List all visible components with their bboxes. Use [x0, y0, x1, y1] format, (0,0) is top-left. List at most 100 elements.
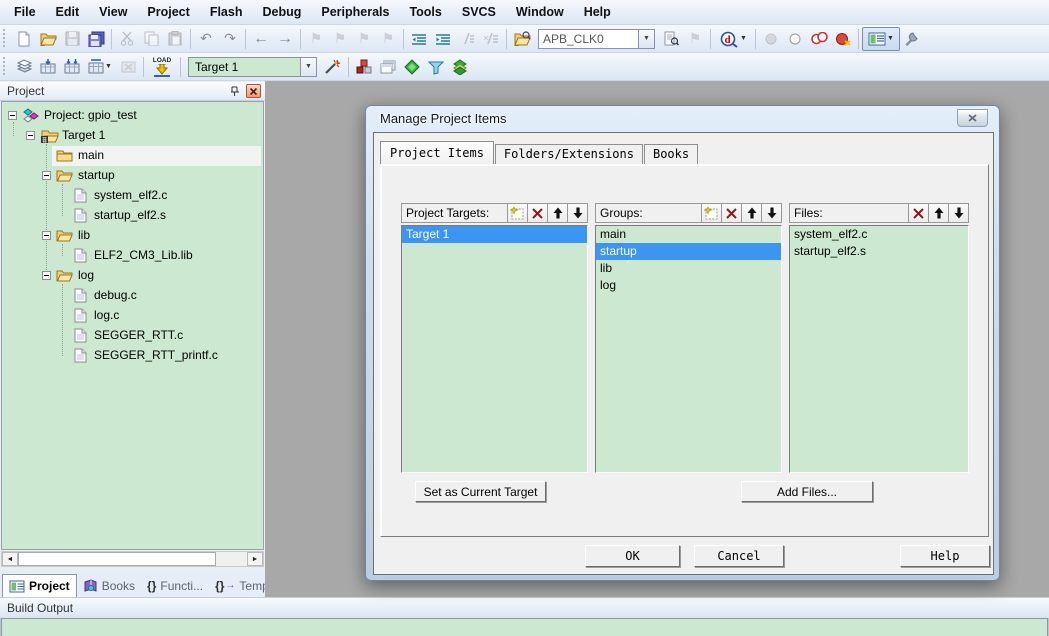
navigate-back-button[interactable]: ←	[249, 27, 273, 51]
tree-row-project-root[interactable]: Project: gpio_test	[2, 106, 263, 126]
move-group-down-button[interactable]	[761, 204, 781, 222]
delete-group-button[interactable]	[721, 204, 741, 222]
next-bookmark-button[interactable]: ⚑	[352, 27, 376, 51]
search-combo-dropdown[interactable]: ▼	[638, 29, 655, 49]
tab-folders-extensions[interactable]: Folders/Extensions	[495, 144, 643, 164]
undo-button[interactable]: ↶	[194, 27, 218, 51]
tree-row-target[interactable]: Target 1	[2, 126, 263, 146]
scroll-right-button[interactable]: ►	[247, 552, 263, 566]
cut-button[interactable]	[115, 27, 139, 51]
files-list[interactable]: system_elf2.c startup_elf2.s	[789, 225, 969, 473]
tree-row-group-log[interactable]: log	[2, 266, 263, 286]
prev-bookmark-button[interactable]: ⚑	[328, 27, 352, 51]
window-layout-button[interactable]: ▼	[862, 27, 900, 51]
move-target-down-button[interactable]	[567, 204, 587, 222]
targets-list[interactable]: Target 1	[401, 225, 588, 473]
tree-row-file[interactable]: log.c	[2, 306, 263, 326]
project-horizontal-scrollbar[interactable]: ◄ ►	[1, 551, 264, 567]
manage-rte-button[interactable]	[400, 55, 424, 79]
menu-file[interactable]: File	[4, 0, 46, 25]
comment-button[interactable]	[455, 27, 479, 51]
menu-help[interactable]: Help	[574, 0, 621, 25]
collapse-icon[interactable]	[42, 171, 51, 180]
dialog-close-button[interactable]	[957, 109, 988, 127]
add-files-button[interactable]: Add Files...	[741, 481, 873, 502]
collapse-icon[interactable]	[42, 271, 51, 280]
rebuild-button[interactable]	[60, 55, 84, 79]
build-output-caption[interactable]: Build Output	[0, 597, 1049, 618]
tree-row-group-main[interactable]: main	[2, 146, 263, 166]
paste-button[interactable]	[163, 27, 187, 51]
insert-breakpoint-button[interactable]	[759, 27, 783, 51]
file-list-item[interactable]: system_elf2.c	[790, 226, 968, 243]
group-list-item[interactable]: lib	[596, 260, 781, 277]
new-file-button[interactable]	[12, 27, 36, 51]
new-group-button[interactable]	[701, 204, 721, 222]
delete-file-button[interactable]	[908, 204, 928, 222]
tree-row-file[interactable]: debug.c	[2, 286, 263, 306]
help-button[interactable]: Help	[900, 545, 990, 567]
close-panel-button[interactable]	[246, 84, 261, 98]
tab-books-dialog[interactable]: Books	[644, 144, 698, 164]
delete-target-button[interactable]	[527, 204, 547, 222]
tree-row-file[interactable]: startup_elf2.s	[2, 206, 263, 226]
select-device-button[interactable]	[424, 55, 448, 79]
menu-tools[interactable]: Tools	[399, 0, 451, 25]
save-button[interactable]	[60, 27, 84, 51]
cancel-button[interactable]: Cancel	[694, 545, 784, 567]
build-output-content[interactable]	[1, 618, 1048, 636]
kill-all-breakpoints-button[interactable]	[831, 27, 855, 51]
batch-build-button[interactable]: ▼	[84, 55, 116, 79]
pack-installer-button[interactable]	[448, 55, 472, 79]
group-list-item[interactable]: main	[596, 226, 781, 243]
collapse-icon[interactable]	[42, 231, 51, 240]
indent-button[interactable]	[431, 27, 455, 51]
find-next-button[interactable]	[659, 27, 683, 51]
copy-button[interactable]	[139, 27, 163, 51]
navigate-forward-button[interactable]: →	[273, 27, 297, 51]
scroll-thumb[interactable]	[18, 552, 216, 566]
uncomment-button[interactable]	[479, 27, 503, 51]
file-list-item[interactable]: startup_elf2.s	[790, 243, 968, 260]
download-button[interactable]: LOAD	[147, 55, 177, 79]
save-all-button[interactable]	[84, 27, 108, 51]
move-file-up-button[interactable]	[928, 204, 948, 222]
scroll-left-button[interactable]: ◄	[2, 552, 18, 566]
build-button[interactable]	[36, 55, 60, 79]
find-in-files-button[interactable]	[510, 27, 534, 51]
collapse-icon[interactable]	[26, 131, 35, 140]
menu-edit[interactable]: Edit	[46, 0, 90, 25]
menu-view[interactable]: View	[89, 0, 137, 25]
toggle-bookmark-button[interactable]: ⚑	[304, 27, 328, 51]
search-input[interactable]	[538, 29, 638, 49]
set-current-target-button[interactable]: Set as Current Target	[415, 481, 546, 502]
move-file-down-button[interactable]	[948, 204, 968, 222]
move-group-up-button[interactable]	[741, 204, 761, 222]
move-target-up-button[interactable]	[547, 204, 567, 222]
tree-row-group-lib[interactable]: lib	[2, 226, 263, 246]
menu-project[interactable]: Project	[137, 0, 199, 25]
enable-breakpoint-button[interactable]	[783, 27, 807, 51]
tree-row-file[interactable]: SEGGER_RTT_printf.c	[2, 346, 263, 366]
tab-books[interactable]: Books	[77, 574, 141, 597]
toolbar-grip-2[interactable]	[3, 57, 8, 77]
ok-button[interactable]: OK	[585, 545, 680, 567]
group-list-item[interactable]: startup	[596, 243, 781, 260]
target-combo-dropdown[interactable]: ▼	[300, 57, 317, 77]
configure-button[interactable]	[900, 27, 924, 51]
toolbar-grip[interactable]	[3, 29, 8, 49]
options-for-target-button[interactable]	[321, 55, 345, 79]
tree-row-file[interactable]: SEGGER_RTT.c	[2, 326, 263, 346]
redo-button[interactable]: ↷	[218, 27, 242, 51]
menu-svcs[interactable]: SVCS	[452, 0, 506, 25]
tree-row-file[interactable]: system_elf2.c	[2, 186, 263, 206]
tab-functions[interactable]: {} Functi...	[141, 574, 209, 597]
tree-row-file[interactable]: ELF2_CM3_Lib.lib	[2, 246, 263, 266]
manage-project-items-button[interactable]	[352, 55, 376, 79]
unindent-button[interactable]	[407, 27, 431, 51]
translate-button[interactable]	[12, 55, 36, 79]
menu-peripherals[interactable]: Peripherals	[311, 0, 399, 25]
incremental-find-button[interactable]: ⚑	[683, 27, 707, 51]
open-file-button[interactable]	[36, 27, 60, 51]
clear-bookmarks-button[interactable]: ⚑	[376, 27, 400, 51]
